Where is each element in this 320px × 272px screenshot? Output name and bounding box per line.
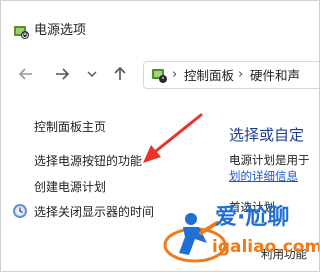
- breadcrumb-control-panel[interactable]: 控制面板: [184, 67, 234, 85]
- sidebar-item-choose-power-button[interactable]: 选择电源按钮的功能: [34, 153, 142, 169]
- watermark-domain: igaliao.com: [212, 237, 320, 257]
- watermark-title: 爱·尬聊: [215, 205, 290, 230]
- chevron-right-icon: ›: [172, 67, 178, 82]
- address-bar[interactable]: › 控制面板 › 硬件和声: [143, 61, 319, 89]
- arrow-left-icon: [18, 68, 32, 80]
- breadcrumb-hardware-and-sound[interactable]: 硬件和声: [250, 67, 300, 85]
- window-title: 电源选项: [34, 23, 87, 38]
- sidebar-item-turn-off-display[interactable]: 选择关闭显示器的时间: [34, 204, 154, 220]
- annotation-arrow: [143, 113, 203, 163]
- plan-details-link[interactable]: 划的详细信息: [229, 169, 298, 184]
- control-panel-window: 电源选项 › 控制面板 › 硬件和声 控制面板主页 选择电源按钮的功能 创建电源…: [0, 0, 320, 272]
- arrow-up-icon: [114, 66, 126, 80]
- arrow-right-icon: [56, 68, 70, 80]
- recent-locations-button[interactable]: [81, 63, 97, 85]
- up-button[interactable]: [109, 63, 131, 85]
- display-off-icon: [12, 203, 28, 219]
- page-description: 电源计划是用于: [229, 153, 310, 167]
- navigation-bar: › 控制面板 › 硬件和声: [1, 57, 319, 91]
- title-bar: 电源选项: [1, 1, 319, 45]
- sidebar-item-create-power-plan[interactable]: 创建电源计划: [34, 179, 106, 195]
- forward-button[interactable]: [51, 63, 73, 85]
- chevron-right-icon: ›: [238, 67, 244, 82]
- back-button[interactable]: [15, 63, 37, 85]
- chevron-down-icon: [87, 71, 97, 77]
- control-panel-icon: [150, 66, 168, 84]
- power-options-icon: [12, 22, 30, 40]
- page-heading: 选择或自定: [229, 126, 305, 144]
- sidebar-item-control-panel-home[interactable]: 控制面板主页: [34, 119, 106, 135]
